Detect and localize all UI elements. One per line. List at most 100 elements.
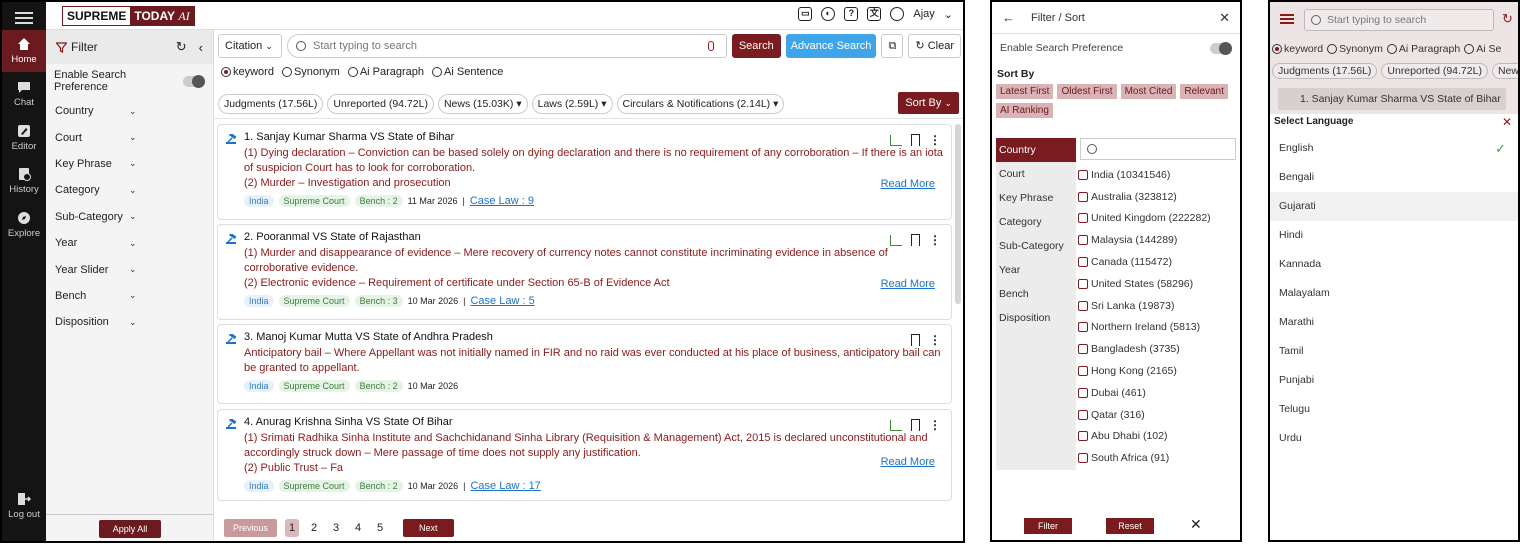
- radio-synonym[interactable]: Synonym: [281, 66, 340, 78]
- language-option[interactable]: Telugu: [1270, 395, 1518, 424]
- next-button[interactable]: Next: [403, 519, 454, 537]
- country-option[interactable]: United States (58296): [1078, 273, 1238, 295]
- radio-keyword[interactable]: keyword: [221, 66, 274, 78]
- advance-search-button[interactable]: Advance Search: [785, 34, 877, 58]
- result-card[interactable]: 4. Anurag Krishna Sinha VS State Of Biha…: [217, 409, 952, 501]
- filter-item[interactable]: Key Phrase ⌄: [46, 151, 213, 177]
- filter-category[interactable]: Court: [996, 162, 1076, 186]
- filter-button[interactable]: Filter: [1024, 518, 1072, 534]
- results-scrollbar[interactable]: [955, 124, 961, 304]
- filter-item[interactable]: Country ⌄: [46, 98, 213, 124]
- checkbox[interactable]: [1078, 300, 1088, 311]
- reset-button[interactable]: Reset: [1106, 518, 1154, 534]
- filter-item[interactable]: Year Slider ⌄: [46, 256, 213, 282]
- country-option[interactable]: Bangladesh (3735): [1078, 338, 1238, 360]
- nav-explore[interactable]: Explore: [2, 211, 46, 239]
- search-input[interactable]: Start typing to search: [1304, 9, 1494, 31]
- citation-dropdown[interactable]: Citation ⌄: [218, 34, 282, 58]
- checkbox[interactable]: [1078, 431, 1088, 442]
- country-option[interactable]: Australia (323812): [1078, 186, 1238, 208]
- more-icon[interactable]: ⋮: [929, 234, 941, 246]
- tab-result-type[interactable]: Laws (2.59L) ▾: [531, 94, 613, 114]
- tab-result-type[interactable]: Judgments (17.56L): [218, 94, 324, 114]
- checkbox[interactable]: [1078, 213, 1088, 224]
- radio-ai-sentence[interactable]: Ai Sentence: [432, 66, 503, 78]
- search-preference-toggle[interactable]: [1210, 41, 1232, 55]
- radio-option[interactable]: Synonym: [1327, 43, 1383, 55]
- search-input[interactable]: Start typing to search: [287, 34, 727, 58]
- case-law-link[interactable]: Case Law : 9: [470, 195, 534, 207]
- checkbox[interactable]: [1078, 387, 1088, 398]
- language-option[interactable]: Hindi: [1270, 221, 1518, 250]
- nav-home[interactable]: Home: [2, 30, 46, 72]
- clear-button[interactable]: ↻ Clear: [908, 34, 961, 58]
- search-button[interactable]: Search: [731, 34, 781, 58]
- help-icon[interactable]: ?: [844, 7, 859, 21]
- filter-item[interactable]: Sub-Category ⌄: [46, 204, 213, 230]
- language-option[interactable]: Tamil: [1270, 337, 1518, 366]
- filter-item[interactable]: Court ⌄: [46, 124, 213, 150]
- sort-option[interactable]: Latest First: [996, 84, 1054, 99]
- search-preference-toggle[interactable]: [183, 74, 205, 88]
- checkbox[interactable]: [1078, 169, 1088, 180]
- analytics-icon[interactable]: [890, 234, 902, 246]
- tab-result-type[interactable]: News (15.03K) ▾: [437, 94, 528, 114]
- radio-option[interactable]: Ai Se: [1464, 43, 1501, 55]
- page-number[interactable]: 4: [351, 522, 365, 534]
- result-card[interactable]: 2. Pooranmal VS State of Rajasthan (1) Mu…: [217, 224, 952, 320]
- sort-option[interactable]: Relevant: [1180, 84, 1228, 99]
- checkbox[interactable]: [1078, 235, 1088, 246]
- translate-icon[interactable]: 文: [867, 7, 882, 21]
- page-number[interactable]: 3: [329, 522, 343, 534]
- close-icon[interactable]: ✕: [1219, 10, 1230, 26]
- analytics-icon[interactable]: [890, 134, 902, 146]
- document-scan-icon[interactable]: ⧉: [881, 34, 904, 58]
- result-title[interactable]: 3. Manoj Kumar Mutta VS State of Andhra …: [244, 331, 943, 343]
- result-title[interactable]: 1. Sanjay Kumar Sharma VS State of Bihar: [244, 131, 943, 143]
- tab-result-type[interactable]: Unreported (94.72L): [1381, 63, 1488, 79]
- country-option[interactable]: Abu Dhabi (102): [1078, 426, 1238, 448]
- back-arrow-icon[interactable]: ←: [1002, 10, 1015, 25]
- language-option[interactable]: Punjabi: [1270, 366, 1518, 395]
- bookmark-icon[interactable]: [911, 134, 920, 146]
- tab-result-type[interactable]: Judgments (17.56L): [1272, 63, 1378, 79]
- filter-category[interactable]: Country: [996, 138, 1076, 162]
- filter-category[interactable]: Key Phrase: [996, 186, 1076, 210]
- mic-icon[interactable]: [707, 41, 714, 51]
- more-icon[interactable]: ⋮: [929, 419, 941, 431]
- filter-category[interactable]: Category: [996, 210, 1076, 234]
- refresh-icon[interactable]: ↻: [1502, 11, 1513, 27]
- checkbox[interactable]: [1078, 278, 1088, 289]
- language-option[interactable]: Marathi: [1270, 308, 1518, 337]
- language-option[interactable]: English ✓: [1270, 134, 1518, 163]
- result-title[interactable]: 2. Pooranmal VS State of Rajasthan: [244, 231, 943, 243]
- country-option[interactable]: Northern Ireland (5813): [1078, 317, 1238, 339]
- checkbox[interactable]: [1078, 191, 1088, 202]
- result-card[interactable]: 3. Manoj Kumar Mutta VS State of Andhra …: [217, 324, 952, 404]
- radio-option[interactable]: Ai Paragraph: [1386, 43, 1460, 55]
- case-law-link[interactable]: Case Law : 17: [470, 480, 540, 492]
- filter-category[interactable]: Disposition: [996, 306, 1076, 330]
- country-option[interactable]: Canada (115472): [1078, 251, 1238, 273]
- checkbox[interactable]: [1078, 409, 1088, 420]
- theme-toggle-icon[interactable]: ◐: [821, 7, 836, 21]
- brand-logo[interactable]: SUPREME TODAY AI: [62, 6, 195, 26]
- collapse-icon[interactable]: ‹: [199, 40, 203, 55]
- filter-item[interactable]: Year ⌄: [46, 230, 213, 256]
- page-number[interactable]: 5: [373, 522, 387, 534]
- apply-all-button[interactable]: Apply All: [99, 520, 161, 538]
- tab-result-type[interactable]: Circulars & Notifications (2.14L) ▾: [616, 94, 785, 114]
- radio-ai-paragraph[interactable]: Ai Paragraph: [347, 66, 424, 78]
- sort-option[interactable]: AI Ranking: [996, 103, 1053, 118]
- result-card[interactable]: 1. Sanjay Kumar Sharma VS State of Bihar…: [217, 124, 952, 220]
- language-option[interactable]: Urdu: [1270, 424, 1518, 453]
- country-option[interactable]: Qatar (316): [1078, 404, 1238, 426]
- country-option[interactable]: India (10341546): [1078, 164, 1238, 186]
- nav-logout[interactable]: Log out: [2, 492, 46, 520]
- result-title[interactable]: 4. Anurag Krishna Sinha VS State Of Biha…: [244, 416, 943, 428]
- nav-chat[interactable]: Chat: [2, 80, 46, 108]
- filter-item[interactable]: Bench ⌄: [46, 283, 213, 309]
- filter-category[interactable]: Year: [996, 258, 1076, 282]
- nav-editor[interactable]: Editor: [2, 124, 46, 152]
- country-option[interactable]: Malaysia (144289): [1078, 229, 1238, 251]
